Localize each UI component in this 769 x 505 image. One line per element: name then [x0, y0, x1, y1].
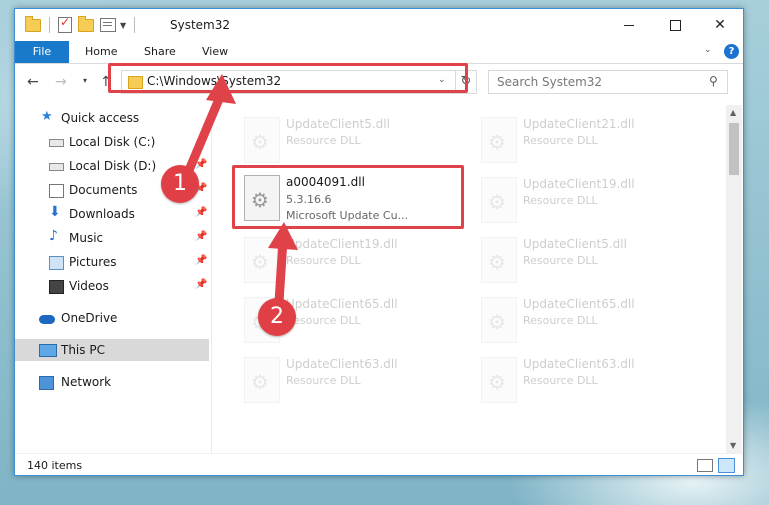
arrow-step1	[182, 87, 227, 180]
annotation-arrows	[182, 74, 298, 307]
step-2-badge: 2	[258, 298, 296, 336]
arrow-step1-head	[206, 74, 236, 104]
arrow-step2-head	[268, 222, 298, 250]
step-1-badge: 1	[161, 165, 199, 203]
arrow-step2	[274, 235, 288, 307]
